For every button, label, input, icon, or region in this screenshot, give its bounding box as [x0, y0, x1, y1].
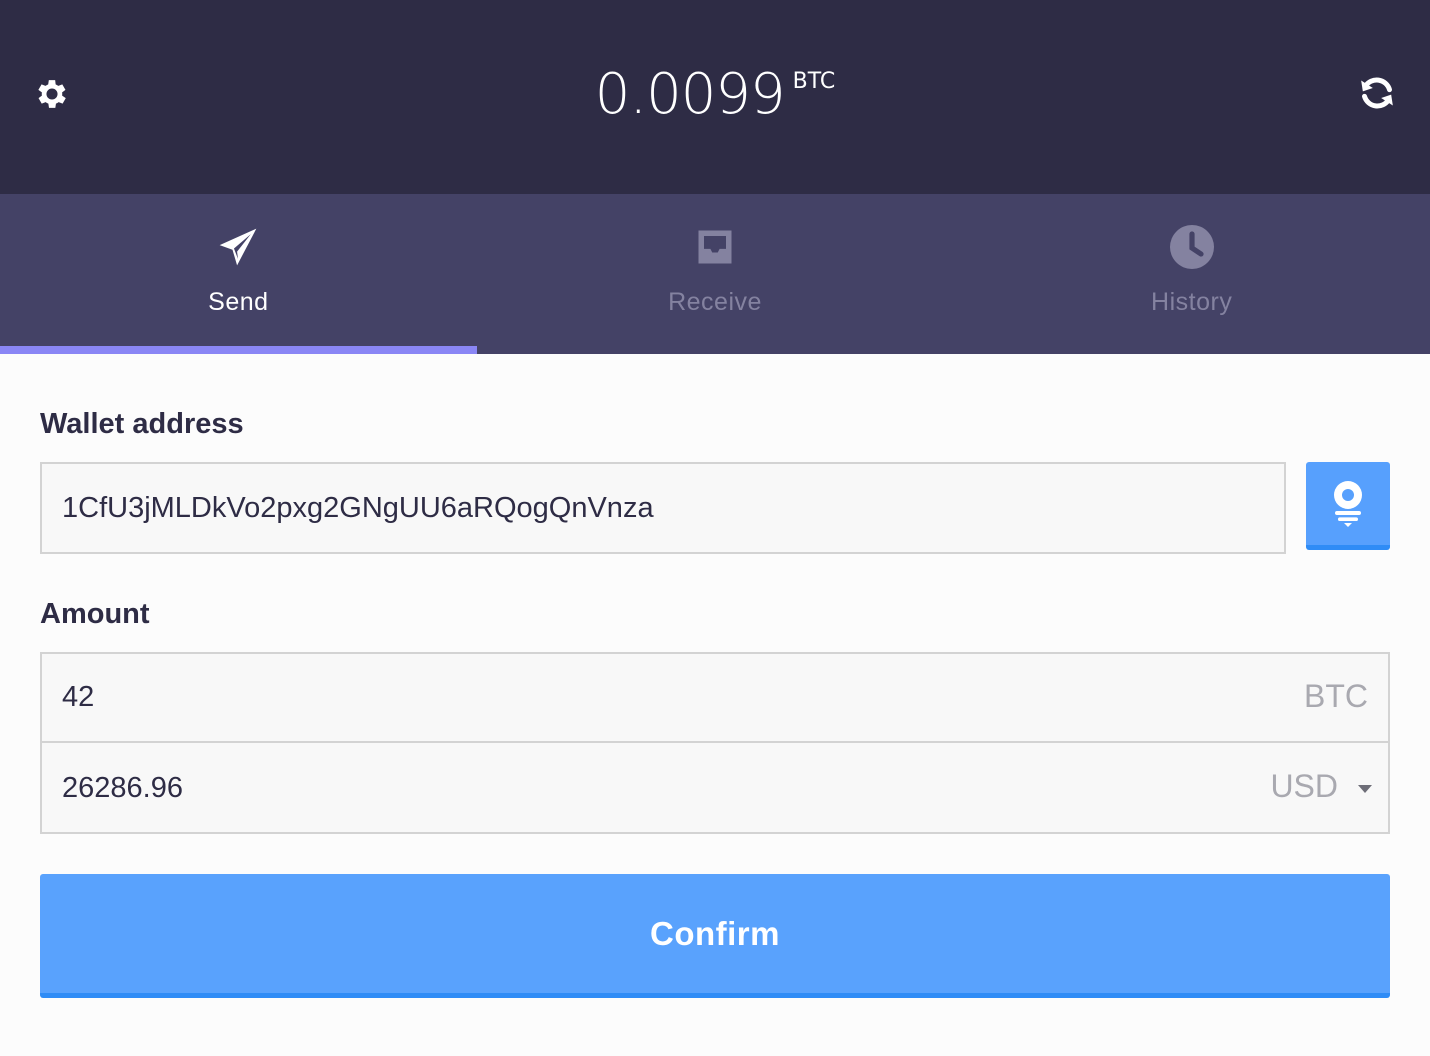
amount-btc-input[interactable]: 42 BTC	[42, 654, 1388, 743]
confirm-button[interactable]: Confirm	[40, 874, 1390, 998]
tab-receive[interactable]: Receive	[477, 194, 954, 354]
currency-select[interactable]: USD	[1270, 768, 1372, 805]
balance-unit: BTC	[792, 69, 836, 94]
amount-label: Amount	[40, 598, 150, 630]
amount-fiat-input[interactable]: 26286.96 USD	[42, 744, 1388, 833]
tab-receive-label: Receive	[668, 288, 762, 316]
tab-history[interactable]: History	[953, 194, 1430, 354]
amount-btc-value: 42	[62, 681, 95, 713]
amount-btc-unit: BTC	[1304, 678, 1368, 714]
wallet-balance: 0.0099 BTC	[0, 62, 1430, 128]
scan-pin-icon	[1334, 480, 1362, 527]
tab-history-label: History	[1151, 288, 1233, 316]
app-header: 0.0099 BTC	[0, 0, 1430, 194]
amount-group: 42 BTC 26286.96 USD	[40, 652, 1390, 834]
refresh-icon	[1361, 77, 1393, 109]
wallet-address-value: 1CfU3jMLDkVo2pxg2GNgUU6aRQogQnVnza	[62, 491, 654, 524]
currency-select-value: USD	[1270, 768, 1338, 804]
amount-fiat-value: 26286.96	[62, 772, 183, 804]
main-tabs: Send Receive History	[0, 194, 1430, 354]
refresh-button[interactable]	[1354, 70, 1400, 116]
scan-address-button[interactable]	[1306, 462, 1390, 550]
tab-send-label: Send	[208, 288, 269, 316]
caret-down-icon	[1358, 784, 1372, 793]
wallet-address-label: Wallet address	[40, 408, 244, 440]
clock-icon	[1169, 225, 1214, 269]
balance-amount: 0.0099	[594, 62, 786, 127]
active-tab-indicator	[0, 346, 477, 354]
paper-plane-icon	[219, 228, 257, 266]
inbox-icon	[698, 230, 732, 264]
tab-send[interactable]: Send	[0, 194, 477, 354]
wallet-address-input[interactable]: 1CfU3jMLDkVo2pxg2GNgUU6aRQogQnVnza	[40, 462, 1286, 554]
